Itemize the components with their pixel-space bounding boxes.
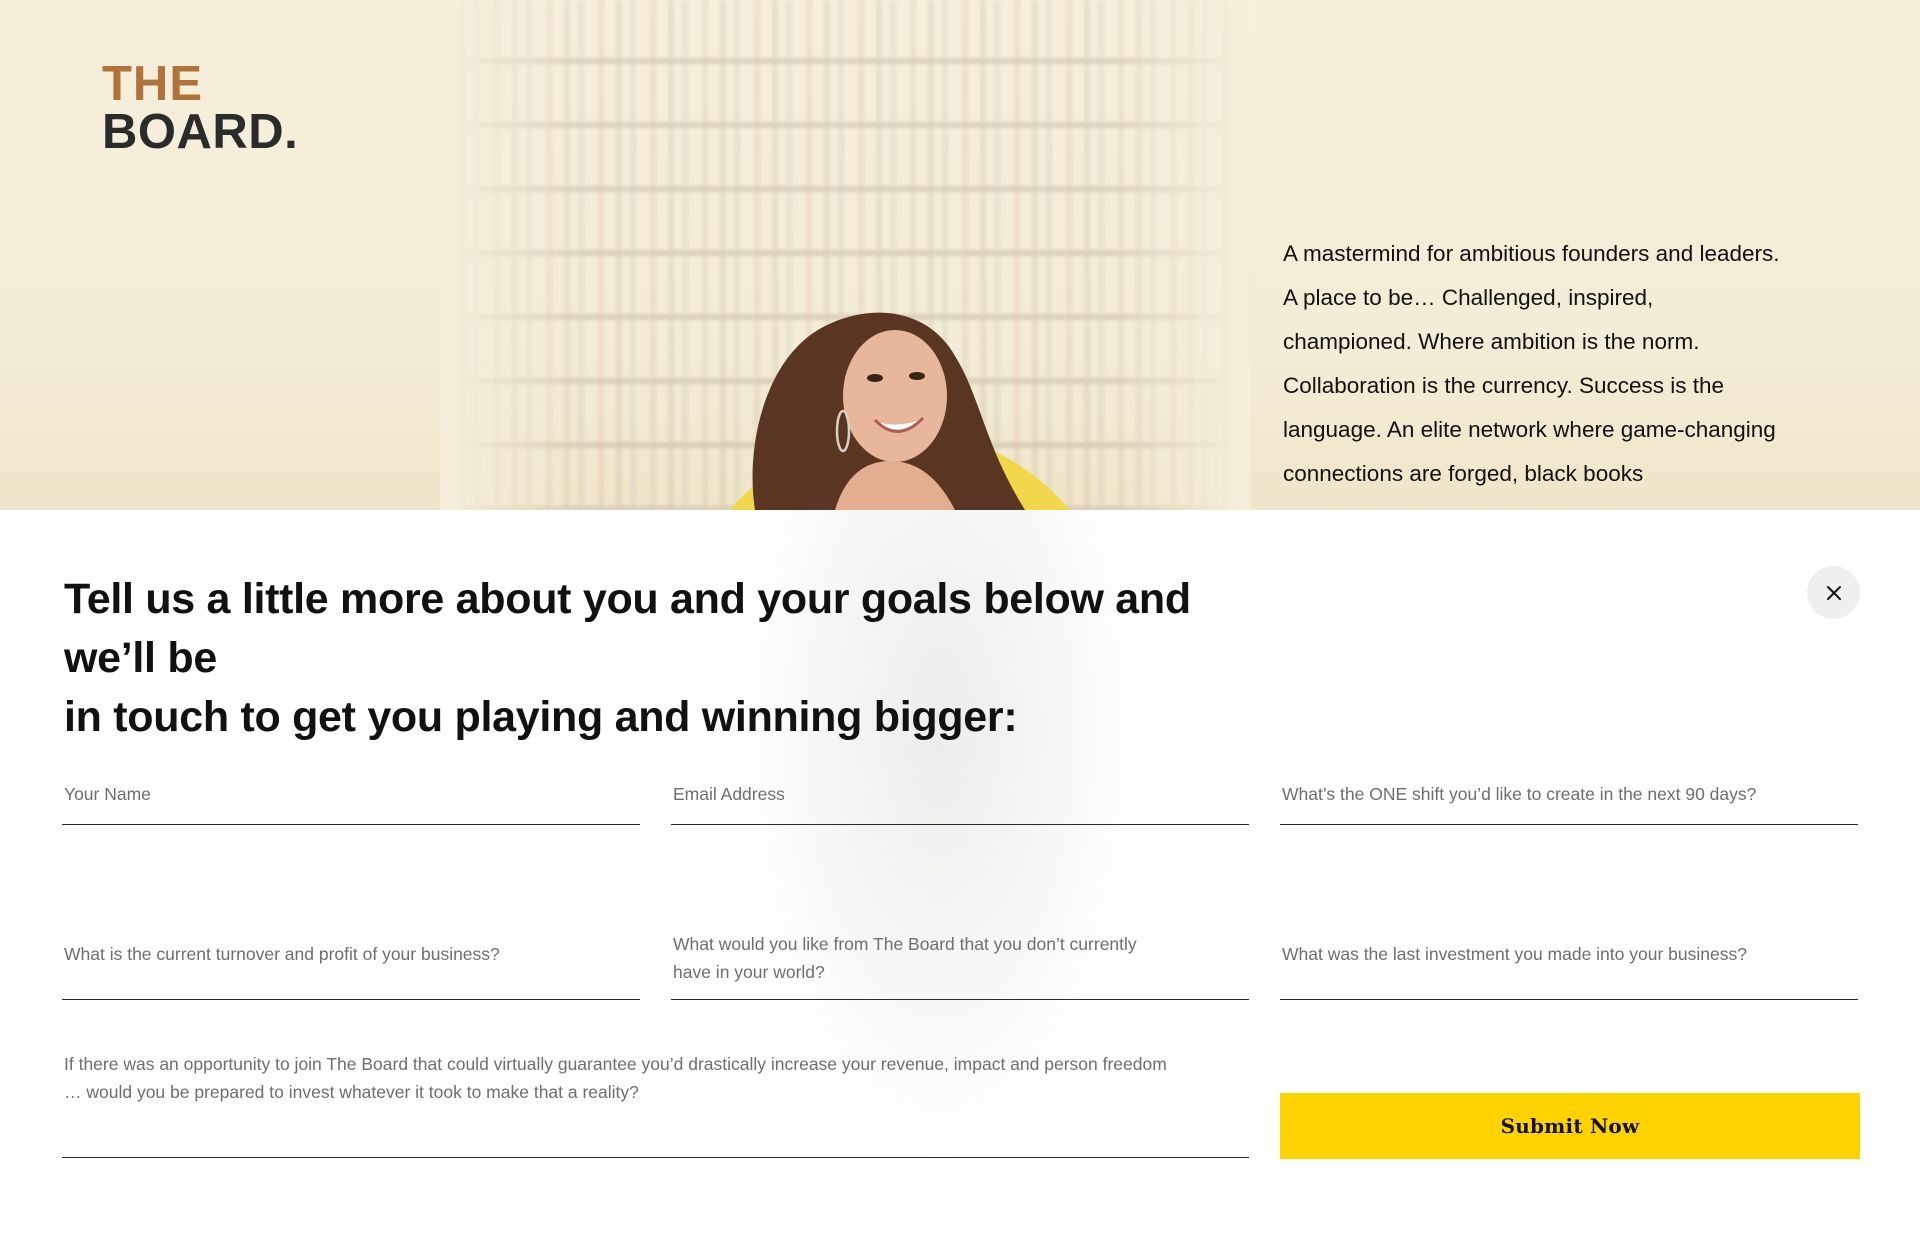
name-field[interactable]: Your Name xyxy=(62,780,640,825)
email-field[interactable]: Email Address xyxy=(671,780,1249,825)
headline-text-1: Tell us a little more about you and xyxy=(64,575,758,623)
close-icon xyxy=(1826,585,1841,600)
hero-description: A mastermind for ambitious founders and … xyxy=(1283,241,1780,486)
email-placeholder: Email Address xyxy=(673,784,785,804)
close-button[interactable] xyxy=(1807,566,1860,619)
portrait-image xyxy=(752,312,1025,510)
opportunity-placeholder: If there was an opportunity to join The … xyxy=(64,1054,1167,1102)
name-placeholder: Your Name xyxy=(64,784,151,804)
logo-line-2: BOARD. xyxy=(102,105,299,160)
turnover-field[interactable]: What is the current turnover and profit … xyxy=(62,910,640,1000)
modal-headline: Tell us a little more about you and your… xyxy=(64,570,1264,747)
headline-bold-2: in touch xyxy=(64,693,229,741)
last-investment-field[interactable]: What was the last investment you made in… xyxy=(1280,910,1858,1000)
one-shift-field[interactable]: What’s the ONE shift you’d like to creat… xyxy=(1280,780,1858,825)
headline-text-3: to get you playing and winning bigger: xyxy=(228,693,1018,741)
one-shift-placeholder: What’s the ONE shift you’d like to creat… xyxy=(1282,784,1757,804)
last-investment-placeholder: What was the last investment you made in… xyxy=(1282,944,1747,964)
want-from-board-field[interactable]: What would you like from The Board that … xyxy=(671,910,1249,1000)
contact-modal: Tell us a little more about you and your… xyxy=(0,510,1920,1241)
logo-line-1: THE xyxy=(102,57,203,111)
submit-button[interactable]: Submit Now xyxy=(1280,1093,1860,1159)
opportunity-field[interactable]: If there was an opportunity to join The … xyxy=(62,1050,1249,1158)
want-from-board-placeholder: What would you like from The Board that … xyxy=(673,934,1137,982)
turnover-placeholder: What is the current turnover and profit … xyxy=(64,944,500,964)
headline-bold-1: your goals xyxy=(757,575,972,623)
logo[interactable]: THE BOARD. xyxy=(102,57,299,160)
hero-section: THE BOARD. A mastermind for ambitious fo… xyxy=(0,0,1920,510)
